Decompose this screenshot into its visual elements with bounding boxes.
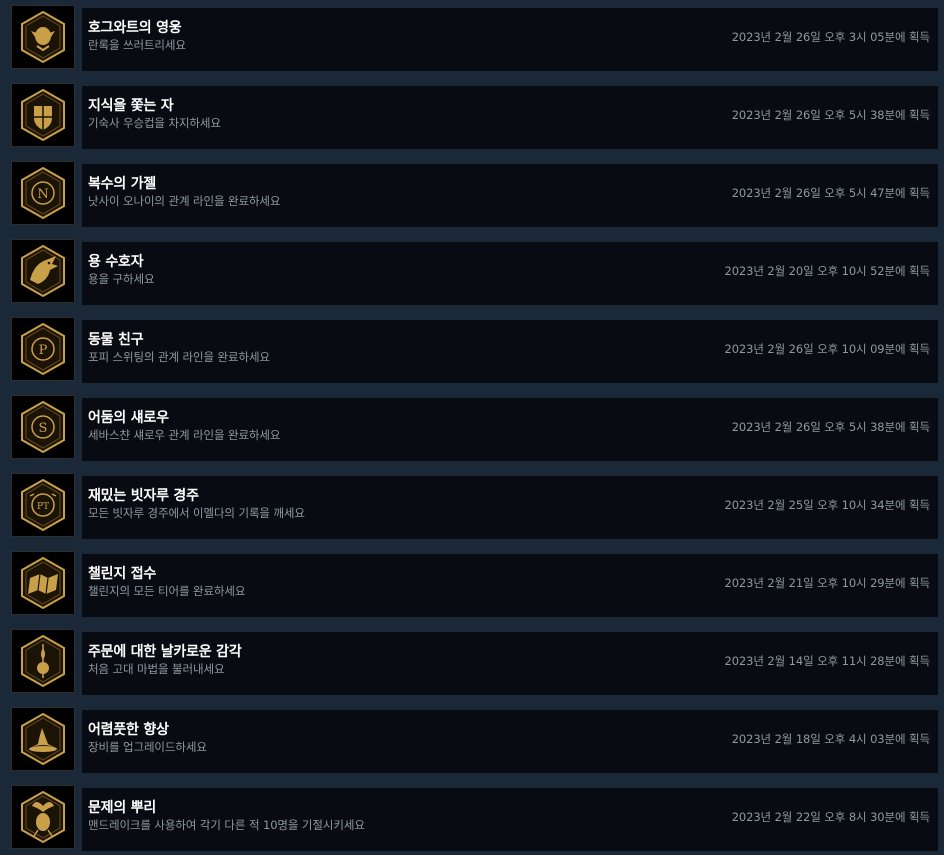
map-icon [11, 551, 75, 615]
achievement-description: 처음 고대 마법을 불러내세요 [88, 662, 225, 676]
mandrake-icon [11, 785, 75, 849]
achievement-title: 지식을 쫓는 자 [88, 98, 174, 114]
unlock-date: 2023년 2월 21일 오후 10시 29분에 획득 [724, 576, 930, 590]
unlock-date: 2023년 2월 26일 오후 5시 38분에 획득 [731, 420, 930, 434]
achievement-row[interactable]: 용 수호자용을 구하세요 2023년 2월 20일 오후 10시 52분에 획득 [5, 238, 938, 308]
achievement-row[interactable]: N 복수의 가젤낫사이 오나이의 관계 라인을 완료하세요 2023년 2월 26일… [5, 160, 938, 230]
ancient-magic-icon [11, 629, 75, 693]
unlock-date: 2023년 2월 26일 오후 3시 05분에 획득 [731, 30, 930, 44]
achievement-title: 재밌는 빗자루 경주 [88, 488, 199, 504]
achievement-title: 동물 친구 [88, 332, 144, 348]
achievement-title: 복수의 가젤 [88, 176, 157, 192]
achievement-description: 낫사이 오나이의 관계 라인을 완료하세요 [88, 194, 281, 208]
achievement-title: 어렴풋한 향상 [88, 722, 169, 738]
hogwarts-crest-icon [11, 83, 75, 147]
achievement-title: 호그와트의 영웅 [88, 20, 182, 36]
achievement-row[interactable]: PT 재밌는 빗자루 경주모든 빗자루 경주에서 이멜다의 기록을 깨세요 2023… [5, 472, 938, 542]
unlock-date: 2023년 2월 25일 오후 10시 34분에 획득 [724, 498, 930, 512]
achievement-title: 챌린지 접수 [88, 566, 157, 582]
unlock-date: 2023년 2월 26일 오후 5시 38분에 획득 [731, 108, 930, 122]
achievement-row[interactable]: 주문에 대한 날카로운 감각처음 고대 마법을 불러내세요 2023년 2월 14… [5, 628, 938, 698]
unlock-date: 2023년 2월 22일 오후 8시 30분에 획득 [731, 810, 930, 824]
achievement-title: 어둠의 섀로우 [88, 410, 169, 426]
achievement-title: 주문에 대한 날카로운 감각 [88, 644, 242, 660]
unlock-date: 2023년 2월 26일 오후 5시 47분에 획득 [731, 186, 930, 200]
letter-p-icon: P [11, 317, 75, 381]
achievement-description: 챌린지의 모든 티어를 완료하세요 [88, 584, 246, 598]
unlock-date: 2023년 2월 18일 오후 4시 03분에 획득 [731, 732, 930, 746]
achievement-title: 용 수호자 [88, 254, 144, 270]
letter-n-icon: N [11, 161, 75, 225]
unlock-date: 2023년 2월 14일 오후 11시 28분에 획득 [724, 654, 930, 668]
letter-s-icon: S [11, 395, 75, 459]
achievement-description: 기숙사 우승컵을 차지하세요 [88, 116, 221, 130]
achievement-row[interactable]: 호그와트의 영웅란록을 쓰러트리세요 2023년 2월 26일 오후 3시 05분… [5, 4, 938, 74]
achievement-description: 용을 구하세요 [88, 272, 155, 286]
achievement-row[interactable]: S 어둠의 섀로우세바스챤 섀로우 관계 라인을 완료하세요 2023년 2월 26… [5, 394, 938, 464]
achievement-row[interactable]: P 동물 친구포피 스위팅의 관계 라인을 완료하세요 2023년 2월 26일 오… [5, 316, 938, 386]
hero-icon [11, 5, 75, 69]
achievement-description: 란록을 쓰러트리세요 [88, 38, 186, 52]
dragon-icon [11, 239, 75, 303]
wizard-hat-icon [11, 707, 75, 771]
svg-text:PT: PT [37, 502, 49, 512]
broom-race-icon: PT [11, 473, 75, 537]
achievement-description: 맨드레이크를 사용하여 각기 다른 적 10명을 기절시키세요 [88, 818, 365, 832]
achievement-description: 모든 빗자루 경주에서 이멜다의 기록을 깨세요 [88, 506, 305, 520]
achievement-row[interactable]: 지식을 쫓는 자기숙사 우승컵을 차지하세요 2023년 2월 26일 오후 5시… [5, 82, 938, 152]
unlock-date: 2023년 2월 20일 오후 10시 52분에 획득 [724, 264, 930, 278]
achievement-title: 문제의 뿌리 [88, 800, 157, 816]
unlock-date: 2023년 2월 26일 오후 10시 09분에 획득 [724, 342, 930, 356]
achievement-row[interactable]: 챌린지 접수챌린지의 모든 티어를 완료하세요 2023년 2월 21일 오후 1… [5, 550, 938, 620]
achievement-row[interactable]: 어렴풋한 향상장비를 업그레이드하세요 2023년 2월 18일 오후 4시 03… [5, 706, 938, 776]
achievement-description: 장비를 업그레이드하세요 [88, 740, 207, 754]
achievement-list: 호그와트의 영웅란록을 쓰러트리세요 2023년 2월 26일 오후 3시 05분… [0, 0, 944, 855]
svg-text:N: N [37, 187, 48, 202]
svg-text:P: P [39, 343, 48, 358]
achievement-description: 세바스챤 섀로우 관계 라인을 완료하세요 [88, 428, 281, 442]
achievement-row[interactable]: 문제의 뿌리맨드레이크를 사용하여 각기 다른 적 10명을 기절시키세요 202… [5, 784, 938, 854]
svg-text:S: S [39, 421, 48, 436]
achievement-description: 포피 스위팅의 관계 라인을 완료하세요 [88, 350, 270, 364]
